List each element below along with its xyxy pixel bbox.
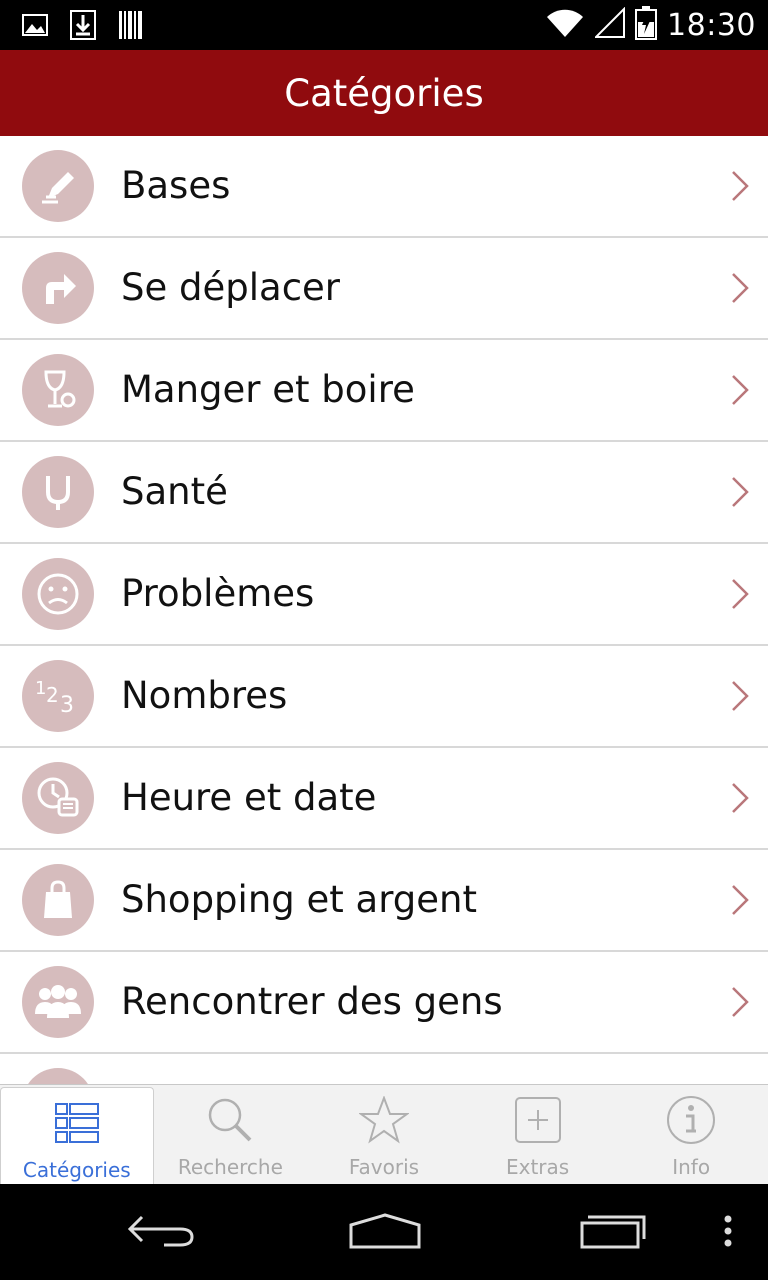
system-nav-bar: [0, 1184, 768, 1280]
category-row-partial[interactable]: [0, 1054, 768, 1084]
category-label: Bases: [121, 164, 231, 207]
tab-categories[interactable]: Catégories: [0, 1087, 154, 1185]
plus-box-icon: [513, 1095, 563, 1145]
star-icon: [358, 1095, 409, 1145]
battery-icon: [635, 6, 658, 44]
chevron-right-icon: [732, 171, 749, 201]
list-grid-icon: [52, 1098, 102, 1148]
category-label: Se déplacer: [121, 266, 341, 309]
search-icon: [205, 1095, 255, 1145]
category-label: Shopping et argent: [121, 878, 477, 921]
category-row-heure-et-date[interactable]: Heure et date: [0, 748, 768, 850]
barcode-icon: [118, 10, 144, 44]
category-row-rencontrer-des-gens[interactable]: Rencontrer des gens: [0, 952, 768, 1054]
clock-calendar-icon: [22, 762, 94, 834]
signal-icon: [593, 6, 626, 43]
pencil-icon: [22, 150, 94, 222]
glass-cup-icon: [22, 354, 94, 426]
status-system: 18:30: [545, 6, 756, 44]
tab-label: Extras: [505, 1155, 570, 1179]
sad-face-icon: [22, 558, 94, 630]
status-notifications: [22, 10, 144, 44]
status-time: 18:30: [667, 7, 756, 43]
tab-bar: Catégories Recherche Favoris Extras Info: [0, 1084, 768, 1185]
recent-apps-button[interactable]: [570, 1206, 650, 1256]
status-bar: 18:30: [0, 0, 768, 50]
tab-info[interactable]: Info: [614, 1085, 768, 1185]
category-label: Rencontrer des gens: [121, 980, 503, 1023]
category-row-bases[interactable]: Bases: [0, 136, 768, 238]
tab-label: Favoris: [348, 1155, 420, 1179]
category-row-shopping-et-argent[interactable]: Shopping et argent: [0, 850, 768, 952]
numbers-icon: 123: [22, 660, 94, 732]
svg-text:2: 2: [46, 683, 59, 707]
tab-recherche[interactable]: Recherche: [154, 1085, 308, 1185]
tab-label: Recherche: [177, 1155, 283, 1179]
shopping-bag-icon: [22, 864, 94, 936]
category-row-se-deplacer[interactable]: Se déplacer: [0, 238, 768, 340]
chevron-right-icon: [732, 375, 749, 405]
overflow-menu-icon: [724, 1215, 732, 1247]
chevron-right-icon: [732, 885, 749, 915]
chevron-right-icon: [732, 987, 749, 1017]
home-button[interactable]: [342, 1206, 428, 1256]
category-row-sante[interactable]: Santé: [0, 442, 768, 544]
chevron-right-icon: [732, 273, 749, 303]
recent-apps-icon: [580, 1215, 646, 1249]
category-icon-partial: [22, 1068, 94, 1084]
home-icon: [349, 1213, 421, 1249]
overflow-menu-button[interactable]: [716, 1206, 740, 1256]
download-icon: [70, 10, 96, 44]
category-row-manger-et-boire[interactable]: Manger et boire: [0, 340, 768, 442]
tab-extras[interactable]: Extras: [461, 1085, 615, 1185]
app-bar: Catégories: [0, 50, 768, 136]
gallery-icon: [22, 12, 48, 42]
back-arrow-icon: [127, 1215, 194, 1247]
svg-text:3: 3: [60, 693, 74, 718]
back-button[interactable]: [120, 1206, 200, 1256]
tab-favoris[interactable]: Favoris: [307, 1085, 461, 1185]
category-row-nombres[interactable]: 123 Nombres: [0, 646, 768, 748]
people-icon: [22, 966, 94, 1038]
category-label: Santé: [121, 470, 228, 513]
chevron-right-icon: [732, 579, 749, 609]
tab-label: Catégories: [22, 1158, 131, 1182]
category-label: Problèmes: [121, 572, 315, 615]
category-list[interactable]: Bases Se déplacer Manger et boire Santé …: [0, 136, 768, 1084]
info-icon: [666, 1095, 716, 1145]
svg-text:1: 1: [35, 678, 46, 699]
tab-label: Info: [672, 1155, 711, 1179]
category-label: Nombres: [121, 674, 288, 717]
chevron-right-icon: [732, 681, 749, 711]
chevron-right-icon: [732, 783, 749, 813]
category-row-problemes[interactable]: Problèmes: [0, 544, 768, 646]
category-label: Manger et boire: [121, 368, 415, 411]
turn-right-arrow-icon: [22, 252, 94, 324]
chevron-right-icon: [732, 477, 749, 507]
category-label: Heure et date: [121, 776, 377, 819]
page-title: Catégories: [284, 71, 484, 115]
stethoscope-icon: [22, 456, 94, 528]
wifi-icon: [545, 7, 585, 43]
